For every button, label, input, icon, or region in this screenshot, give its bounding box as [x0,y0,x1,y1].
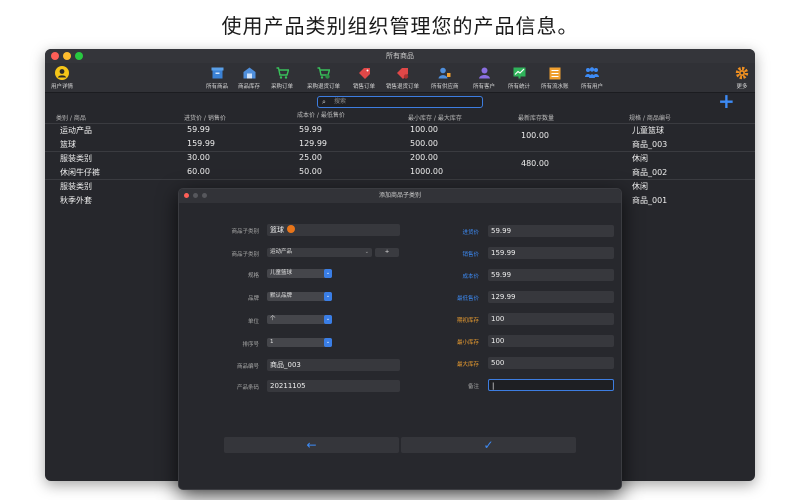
purchase-price-label: 进货价 [462,230,479,236]
users-icon [585,66,599,80]
warehouse-icon [242,66,256,80]
toolbar-suppliers[interactable]: 所有供应商 [431,66,459,90]
max-stock-field[interactable]: 500 [488,357,614,369]
toolbar-all-products[interactable]: 所有商品 [206,66,228,90]
subcategory-field[interactable]: 篮球 [267,224,400,236]
confirm-button[interactable]: ✓ [401,437,576,453]
dialog-title: 添加商品子类别 [378,192,421,199]
box-icon [210,66,224,80]
tag-return-icon [396,66,410,80]
chevron-down-icon: ⌄ [324,292,332,301]
ledger-icon [548,66,562,80]
category-select[interactable]: 运动产品 ⌄ [267,248,372,257]
chevron-down-icon: ⌄ [324,269,332,278]
search-input[interactable]: ⌕ 搜索 [317,96,483,108]
dialog-titlebar: 添加商品子类别 [179,189,621,203]
toolbar-sales-orders[interactable]: 销售订单 [353,66,375,90]
min-sale-price-label: 最低售价 [456,296,479,302]
toolbar-purchase-orders[interactable]: 采购订单 [271,66,293,90]
window-titlebar: 所有商品 [45,49,755,63]
toolbar-statistics[interactable]: 所有统计 [508,66,530,90]
col-cost: 成本价 / 最低售价 [297,112,345,119]
checkmark-icon: ✓ [483,438,494,452]
table-header: 类别 / 商品 进货价 / 销售价 成本价 / 最低售价 最小库存 / 最大库存… [45,111,755,123]
min-stock-field[interactable]: 100 [488,335,614,347]
sort-select[interactable]: 1 ⌄ [267,338,332,347]
chevron-down-icon: ⌄ [324,338,332,347]
page-headline: 使用产品类别组织管理您的产品信息。 [221,14,579,38]
col-stock: 最新库存数量 [518,115,555,122]
gear-icon [735,66,749,80]
add-product-button[interactable]: + [718,89,735,113]
note-label: 备注 [467,384,479,390]
barcode-label: 产品条码 [236,385,259,391]
user-details-button[interactable]: 用户详情 [51,66,73,90]
more-button[interactable]: 更多 [735,66,749,90]
spec-label: 规格 [247,273,259,279]
barcode-field[interactable]: 20211105 [267,380,400,392]
initial-stock-label: 期初库存 [456,318,479,324]
zoom-window-button[interactable] [75,52,83,60]
toolbar-purchase-returns[interactable]: 采购退货订单 [307,66,340,90]
cost-price-label: 成本价 [462,274,479,280]
back-button[interactable]: ← [224,437,399,453]
toolbar-inventory[interactable]: 商品库存 [238,66,260,90]
note-field[interactable]: | [488,379,614,391]
chevron-down-icon: ⌄ [364,249,369,255]
unit-select[interactable]: 个 ⌄ [267,315,332,324]
table-row[interactable]: 运动产品 篮球 59.99 159.99 59.99 129.99 100.00… [45,123,755,151]
category-label: 商品子类别 [231,252,259,258]
customers-icon [477,66,491,80]
sale-price-field[interactable]: 159.99 [488,247,614,259]
dialog-zoom-button [202,193,207,198]
min-stock-label: 最小库存 [456,340,479,346]
toolbar: 用户详情 所有商品 商品库存 采购订单 采购退货订单 销售订单 销售退货订单 所… [45,63,755,93]
cart-icon [275,66,289,80]
add-category-button[interactable]: + [375,248,399,257]
initial-stock-field[interactable]: 100 [488,313,614,325]
subcategory-label: 商品子类别 [231,229,259,235]
brand-label: 品牌 [247,296,259,302]
supplier-icon [438,66,452,80]
dialog-minimize-button [193,193,198,198]
max-stock-label: 最大库存 [456,362,479,368]
product-code-field[interactable]: 商品_003 [267,359,400,371]
min-sale-price-field[interactable]: 129.99 [488,291,614,303]
product-code-label: 商品编号 [236,364,259,370]
toolbar-ledger[interactable]: 所有流水账 [541,66,569,90]
table-row[interactable]: 服装类别 休闲牛仔裤 30.00 60.00 25.00 50.00 200.0… [45,151,755,179]
toolbar-sales-returns[interactable]: 销售退货订单 [386,66,419,90]
user-avatar-icon [55,66,69,80]
window-title: 所有商品 [386,52,414,60]
basketball-icon [287,225,296,233]
toolbar-users[interactable]: 所有用户 [581,66,603,90]
tag-icon [357,66,371,80]
close-window-button[interactable] [51,52,59,60]
dialog-close-button[interactable] [184,193,189,198]
sale-price-label: 销售价 [462,252,479,258]
search-bar: ⌕ 搜索 + [45,89,755,113]
cart-return-icon [317,66,331,80]
col-stock-range: 最小库存 / 最大库存 [408,115,462,122]
spec-select[interactable]: 儿童篮球 ⌄ [267,269,332,278]
purchase-price-field[interactable]: 59.99 [488,225,614,237]
add-subcategory-dialog: 添加商品子类别 商品子类别 篮球 商品子类别 运动产品 ⌄ + 规格 儿童篮球 … [178,188,622,490]
minimize-window-button[interactable] [63,52,71,60]
toolbar-customers[interactable]: 所有客户 [473,66,495,90]
chart-icon [512,66,526,80]
sort-label: 排序号 [242,342,259,348]
cost-price-field[interactable]: 59.99 [488,269,614,281]
unit-label: 单位 [247,319,259,325]
search-icon: ⌕ [322,98,326,106]
col-price: 进货价 / 销售价 [184,115,226,122]
brand-select[interactable]: 默认品牌 ⌄ [267,292,332,301]
back-arrow-icon: ← [306,438,317,452]
col-category: 类别 / 商品 [56,115,86,122]
chevron-down-icon: ⌄ [324,315,332,324]
col-spec: 规格 / 商品编号 [629,115,671,122]
